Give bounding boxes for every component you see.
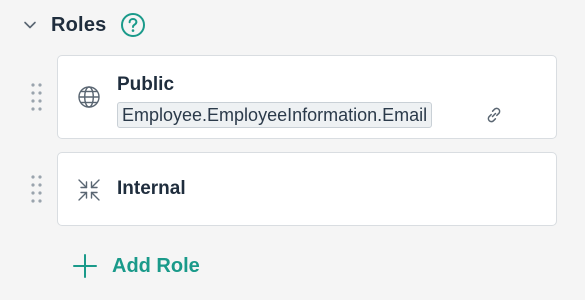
role-card-public[interactable]: Public Employee.EmployeeInformation.Emai… (57, 55, 557, 139)
add-role-label: Add Role (112, 254, 200, 277)
drag-handle-icon[interactable] (28, 80, 44, 114)
add-role-button[interactable]: Add Role (72, 252, 200, 280)
drag-handle-icon[interactable] (28, 172, 44, 206)
role-row: Public Employee.EmployeeInformation.Emai… (0, 55, 585, 139)
help-icon[interactable] (120, 12, 146, 38)
role-name: Internal (117, 178, 186, 199)
role-field-tag[interactable]: Employee.EmployeeInformation.Email (117, 102, 433, 128)
link-icon[interactable] (482, 103, 506, 127)
collapse-arrows-icon (76, 177, 102, 203)
globe-icon (76, 84, 102, 110)
roles-section-header: Roles (20, 10, 146, 40)
role-name: Public (117, 74, 175, 95)
role-row: Internal (0, 152, 585, 226)
chevron-down-icon[interactable] (20, 15, 40, 35)
roles-panel: Roles Public Employee.EmployeeInformatio… (0, 0, 585, 300)
plus-icon (73, 254, 97, 278)
role-card-internal[interactable]: Internal (57, 152, 557, 226)
section-title: Roles (51, 13, 107, 36)
